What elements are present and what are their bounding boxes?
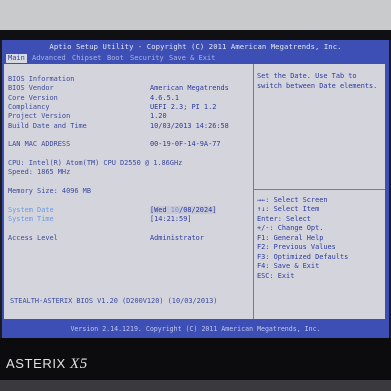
help-text-line-2: switch between Date elements. <box>257 82 378 90</box>
bios-id-string: STEALTH-ASTERIX BIOS V1.20 (D200V120) (1… <box>10 297 218 305</box>
tab-security[interactable]: Security <box>130 54 164 63</box>
key-f4: F4: Save & Exit <box>257 262 320 270</box>
system-time-field[interactable]: [14:21:59] <box>150 215 192 223</box>
key-f2: F2: Previous Values <box>257 243 336 251</box>
system-date-label[interactable]: System Date <box>8 206 54 214</box>
desk-surface <box>0 380 391 391</box>
tab-save-exit[interactable]: Save & Exit <box>169 54 215 63</box>
system-date-rest: /08/2024] <box>179 206 217 214</box>
tab-main[interactable]: Main <box>6 54 27 63</box>
key-select-item: ↑↓: Select Item <box>257 205 320 213</box>
build-date-label: Build Date and Time <box>8 122 87 130</box>
brand-name: ASTERIX <box>6 356 66 371</box>
monitor-bezel-top <box>0 30 391 40</box>
system-date-field[interactable]: [Wed 10/08/2024] <box>150 206 217 214</box>
build-date-value: 10/03/2013 14:26:58 <box>150 122 229 130</box>
lan-mac-label: LAN MAC ADDRESS <box>8 140 71 148</box>
key-f3: F3: Optimized Defaults <box>257 253 349 261</box>
bios-vendor-label: BIOS Vendor <box>8 84 54 92</box>
compliancy-value: UEFI 2.3; PI 1.2 <box>150 103 217 111</box>
access-level-value: Administrator <box>150 234 204 242</box>
system-date-cursor: 10 <box>170 206 180 214</box>
cpu-speed: Speed: 1865 MHz <box>8 168 71 176</box>
brand-model: X5 <box>70 356 88 372</box>
system-time-label[interactable]: System Time <box>8 215 54 223</box>
tab-advanced[interactable]: Advanced <box>32 54 66 63</box>
tab-boot[interactable]: Boot <box>107 54 124 63</box>
cpu-info: CPU: Intel(R) Atom(TM) CPU D2550 @ 1.86G… <box>8 159 183 167</box>
memory-size: Memory Size: 4096 MB <box>8 187 91 195</box>
panel-divider <box>253 64 254 319</box>
project-version-value: 1.20 <box>150 112 167 120</box>
menu-bar: Main Advanced Chipset Boot Security Save… <box>2 54 389 63</box>
lan-mac-value: 00-19-0F-14-9A-77 <box>150 140 221 148</box>
help-separator <box>254 189 385 190</box>
bios-screen: Aptio Setup Utility - Copyright (C) 2011… <box>2 40 389 338</box>
key-select-screen: →←: Select Screen <box>257 196 328 204</box>
project-version-label: Project Version <box>8 112 71 120</box>
tab-chipset[interactable]: Chipset <box>72 54 102 63</box>
key-change-opt: +/-: Change Opt. <box>257 224 324 232</box>
key-esc: ESC: Exit <box>257 272 295 280</box>
key-enter: Enter: Select <box>257 215 311 223</box>
compliancy-label: Compliancy <box>8 103 50 111</box>
bios-info-heading: BIOS Information <box>8 75 75 83</box>
background-wall <box>0 0 391 30</box>
main-panel: BIOS Information BIOS Vendor American Me… <box>4 64 385 319</box>
core-version-value: 4.6.5.1 <box>150 94 180 102</box>
key-f1: F1: General Help <box>257 234 324 242</box>
bios-vendor-value: American Megatrends <box>150 84 229 92</box>
core-version-label: Core Version <box>8 94 58 102</box>
access-level-label: Access Level <box>8 234 58 242</box>
version-bar: Version 2.14.1219. Copyright (C) 2011 Am… <box>70 325 321 333</box>
system-date-day: [Wed <box>150 206 171 214</box>
bios-title: Aptio Setup Utility - Copyright (C) 2011… <box>49 42 342 51</box>
brand-logo: ASTERIX X5 <box>6 356 88 373</box>
help-text-line-1: Set the Date. Use Tab to <box>257 72 357 80</box>
